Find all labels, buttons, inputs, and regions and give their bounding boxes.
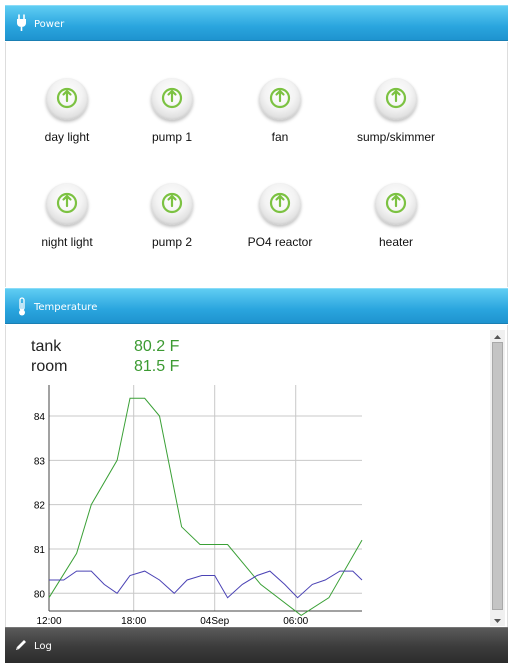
- reading-value: 80.2 F: [134, 338, 180, 355]
- temperature-panel-header[interactable]: Temperature: [5, 288, 508, 324]
- power-button-night-light[interactable]: night light: [7, 183, 127, 263]
- power-on-icon: [161, 87, 183, 109]
- plug-icon: [14, 14, 30, 32]
- y-tick-label: 82: [34, 501, 46, 512]
- power-knob[interactable]: [151, 78, 193, 120]
- power-knob[interactable]: [375, 78, 417, 120]
- power-panel: day light pump 1 fan sump/skimmer night …: [5, 42, 508, 287]
- x-tick-label: 06:00: [283, 616, 308, 627]
- power-button-day-light[interactable]: day light: [7, 78, 127, 158]
- reading-name: tank: [31, 338, 62, 355]
- power-button-label: heater: [378, 235, 414, 249]
- power-button-sump-skimmer[interactable]: sump/skimmer: [336, 78, 456, 158]
- power-knob[interactable]: [259, 78, 301, 120]
- y-tick-label: 81: [34, 545, 46, 556]
- temperature-chart: 80 81 82 83 84 12:00 18:00 04Sep 06:00: [34, 385, 363, 627]
- power-button-label: night light: [41, 235, 93, 249]
- power-on-icon: [161, 192, 183, 214]
- power-panel-title: Power: [34, 19, 65, 30]
- power-on-icon: [385, 87, 407, 109]
- log-panel-title: Log: [34, 641, 52, 652]
- scrollbar-thumb[interactable]: [492, 342, 503, 610]
- power-button-label: sump/skimmer: [356, 130, 435, 144]
- power-button-label: PO4 reactor: [247, 235, 313, 249]
- y-tick-label: 80: [34, 589, 46, 600]
- power-on-icon: [269, 192, 291, 214]
- temperature-scrollbar[interactable]: [490, 330, 505, 626]
- reading-value: 81.5 F: [134, 358, 180, 375]
- power-button-label: day light: [44, 130, 90, 144]
- scroll-down-arrow-icon[interactable]: [490, 614, 505, 626]
- power-panel-header[interactable]: Power: [5, 5, 508, 41]
- power-knob[interactable]: [259, 183, 301, 225]
- power-on-icon: [56, 192, 78, 214]
- power-button-fan[interactable]: fan: [220, 78, 340, 158]
- y-tick-label: 83: [34, 456, 46, 467]
- power-on-icon: [269, 87, 291, 109]
- x-tick-label: 12:00: [36, 616, 61, 627]
- power-button-heater[interactable]: heater: [336, 183, 456, 263]
- power-button-pump-2[interactable]: pump 2: [112, 183, 232, 263]
- power-knob[interactable]: [46, 183, 88, 225]
- x-tick-label: 04Sep: [200, 616, 229, 627]
- scroll-up-arrow-icon[interactable]: [490, 330, 505, 342]
- power-on-icon: [56, 87, 78, 109]
- power-on-icon: [385, 192, 407, 214]
- power-button-label: fan: [271, 130, 289, 144]
- pencil-icon: [14, 638, 28, 652]
- power-knob[interactable]: [151, 183, 193, 225]
- power-knob[interactable]: [375, 183, 417, 225]
- power-knob[interactable]: [46, 78, 88, 120]
- power-button-po4-reactor[interactable]: PO4 reactor: [220, 183, 340, 263]
- y-tick-label: 84: [34, 412, 46, 423]
- x-tick-label: 18:00: [121, 616, 146, 627]
- temperature-panel-title: Temperature: [34, 302, 98, 313]
- power-button-label: pump 2: [151, 235, 193, 249]
- app-frame: Power day light pump 1 fan sump/skimmer …: [0, 0, 510, 672]
- power-button-label: pump 1: [151, 130, 193, 144]
- power-button-pump-1[interactable]: pump 1: [112, 78, 232, 158]
- temperature-panel: tank 80.2 F room 81.5 F 80 81 82 83 84 12:00 1…: [5, 325, 508, 627]
- thermometer-icon: [14, 297, 30, 316]
- reading-name: room: [31, 358, 68, 375]
- series-line-0: [48, 397, 363, 617]
- log-panel-header[interactable]: Log: [5, 627, 508, 663]
